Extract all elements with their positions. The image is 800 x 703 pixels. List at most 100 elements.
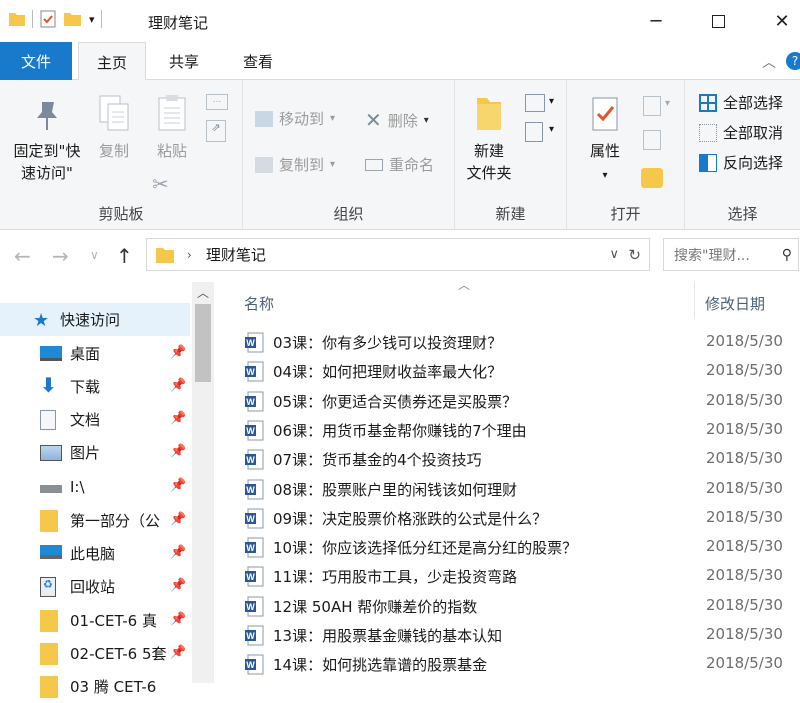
properties-label: 属性 bbox=[589, 142, 620, 160]
tab-share[interactable]: 共享 bbox=[150, 42, 218, 80]
nav-item-this-pc[interactable]: 此电脑 📌 bbox=[0, 537, 190, 570]
invert-selection-button[interactable]: 反向选择 bbox=[699, 152, 783, 173]
move-to-button[interactable]: 移动到 ▾ bbox=[255, 108, 335, 129]
nav-item-desktop[interactable]: 桌面 📌 bbox=[0, 337, 190, 370]
tab-view[interactable]: 查看 bbox=[224, 42, 292, 80]
nav-item-documents[interactable]: 文档 📌 bbox=[0, 403, 190, 436]
file-row[interactable]: W 14课：如何挑选靠谱的股票基金 2018/5/30 bbox=[234, 650, 800, 679]
file-name: 12课 50AH 帮你赚差价的指数 bbox=[273, 597, 478, 616]
easy-access-icon[interactable] bbox=[525, 122, 543, 142]
breadcrumb-chevron-icon[interactable]: › bbox=[187, 248, 192, 262]
nav-item-folder[interactable]: 01-CET-6 真 📌 bbox=[0, 604, 190, 637]
select-none-icon bbox=[699, 123, 717, 142]
file-row[interactable]: W 04课：如何把理财收益率最大化？ 2018/5/30 bbox=[234, 357, 800, 386]
pin-label-line2: 速访问" bbox=[21, 164, 73, 182]
new-item-icon[interactable] bbox=[525, 94, 545, 112]
new-folder-button[interactable]: 新建 文件夹 bbox=[461, 94, 517, 184]
select-group: 全部选择 全部取消 反向选择 选择 bbox=[685, 80, 800, 230]
properties-button[interactable]: 属性 ▾ bbox=[581, 94, 629, 187]
open-icon[interactable] bbox=[643, 96, 661, 116]
nav-item-folder[interactable]: 第一部分（公 📌 bbox=[0, 504, 190, 537]
pin-icon[interactable]: 📌 bbox=[170, 578, 186, 593]
rename-button[interactable]: 重命名 bbox=[365, 154, 434, 175]
breadcrumb-item[interactable]: 理财笔记 bbox=[206, 244, 266, 265]
nav-item-downloads[interactable]: ⬇ 下载 📌 bbox=[0, 370, 190, 403]
pin-icon[interactable]: 📌 bbox=[170, 645, 186, 660]
nav-item-drive-i[interactable]: I:\ 📌 bbox=[0, 470, 190, 503]
history-icon[interactable] bbox=[641, 168, 663, 188]
pin-icon[interactable]: 📌 bbox=[170, 612, 186, 627]
back-arrow-icon[interactable]: ← bbox=[14, 244, 31, 268]
pin-icon[interactable]: 📌 bbox=[170, 478, 186, 493]
recent-dropdown-icon[interactable]: ∨ bbox=[90, 248, 99, 262]
properties-check-icon[interactable] bbox=[39, 10, 57, 28]
folder-icon bbox=[40, 643, 58, 665]
file-row[interactable]: W 10课：你应该选择低分红还是高分红的股票？ 2018/5/30 bbox=[234, 533, 800, 562]
delete-button[interactable]: ✕ 删除 ▾ bbox=[365, 108, 429, 132]
help-icon[interactable]: ? bbox=[786, 52, 800, 70]
file-name: 05课：你更适合买债券还是买股票？ bbox=[273, 392, 518, 411]
dropdown-icon[interactable]: ▾ bbox=[549, 124, 554, 135]
nav-item-folder[interactable]: 03 腾 CET-6 bbox=[0, 670, 190, 703]
svg-text:W: W bbox=[246, 572, 255, 582]
nav-item-folder[interactable]: 02-CET-6 5套 📌 bbox=[0, 637, 190, 670]
search-box[interactable]: 搜索"理财... ⚲ bbox=[663, 238, 799, 271]
file-row[interactable]: W 03课：你有多少钱可以投资理财？ 2018/5/30 bbox=[234, 328, 800, 357]
new-folder-icon[interactable] bbox=[63, 10, 83, 28]
pin-icon[interactable]: 📌 bbox=[170, 545, 186, 560]
nav-item-quick-access[interactable]: ★ 快速访问 bbox=[0, 303, 190, 336]
forward-arrow-icon[interactable]: → bbox=[52, 244, 69, 268]
copy-path-icon[interactable]: ... bbox=[206, 94, 228, 110]
up-arrow-icon[interactable]: ↑ bbox=[116, 244, 133, 268]
refresh-icon[interactable]: ↻ bbox=[628, 246, 641, 264]
file-modified-date: 2018/5/30 bbox=[706, 537, 783, 556]
file-modified-date: 2018/5/30 bbox=[706, 507, 783, 526]
dropdown-icon[interactable]: ▾ bbox=[89, 13, 95, 26]
file-row[interactable]: W 13课：用股票基金赚钱的基本认知 2018/5/30 bbox=[234, 621, 800, 650]
column-header-name[interactable]: 名称 bbox=[244, 282, 684, 324]
file-row[interactable]: W 08课：股票账户里的闲钱该如何理财 2018/5/30 bbox=[234, 475, 800, 504]
dropdown-icon[interactable]: ▾ bbox=[665, 98, 670, 109]
nav-label: 文档 bbox=[70, 411, 101, 429]
column-divider[interactable] bbox=[694, 282, 695, 318]
file-row[interactable]: W 11课：巧用股市工具，少走投资弯路 2018/5/30 bbox=[234, 562, 800, 591]
pin-icon[interactable]: 📌 bbox=[170, 345, 186, 360]
file-row[interactable]: W 05课：你更适合买债券还是买股票？ 2018/5/30 bbox=[234, 387, 800, 416]
address-dropdown-icon[interactable]: ∨ bbox=[609, 247, 619, 262]
copy-button[interactable]: 复制 bbox=[92, 94, 136, 162]
nav-item-recycle-bin[interactable]: ♻ 回收站 📌 bbox=[0, 570, 190, 603]
edit-icon[interactable] bbox=[643, 130, 661, 150]
paste-shortcut-icon[interactable]: ⇗ bbox=[206, 120, 226, 142]
search-icon[interactable]: ⚲ bbox=[782, 247, 792, 263]
maximize-button[interactable] bbox=[688, 0, 748, 42]
file-row[interactable]: W 07课：货币基金的4个投资技巧 2018/5/30 bbox=[234, 445, 800, 474]
pin-icon[interactable]: 📌 bbox=[170, 378, 186, 393]
pin-icon[interactable]: 📌 bbox=[170, 444, 186, 459]
copy-to-button[interactable]: 复制到 ▾ bbox=[255, 154, 335, 175]
tab-file[interactable]: 文件 bbox=[0, 42, 72, 80]
select-all-button[interactable]: 全部选择 bbox=[699, 92, 783, 113]
select-none-button[interactable]: 全部取消 bbox=[699, 122, 783, 143]
tab-home[interactable]: 主页 bbox=[78, 42, 146, 81]
minimize-button[interactable]: ─ bbox=[626, 0, 686, 42]
folder-icon[interactable] bbox=[8, 10, 26, 28]
collapse-ribbon-icon[interactable]: ︿ bbox=[762, 52, 776, 72]
nav-scrollbar[interactable]: ︿ bbox=[192, 282, 214, 683]
pin-to-quick-access-button[interactable]: 固定到"快 速访问" bbox=[6, 98, 88, 184]
column-header-modified[interactable]: 修改日期 bbox=[705, 282, 800, 324]
address-field[interactable]: › 理财笔记 ∨ ↻ bbox=[146, 238, 650, 271]
file-row[interactable]: W 12课 50AH 帮你赚差价的指数 2018/5/30 bbox=[234, 592, 800, 621]
scrollbar-thumb[interactable] bbox=[195, 304, 211, 382]
nav-item-pictures[interactable]: 图片 📌 bbox=[0, 436, 190, 469]
dropdown-icon[interactable]: ▾ bbox=[549, 96, 554, 107]
cut-icon[interactable]: ✂ bbox=[152, 172, 169, 196]
close-button[interactable]: ✕ bbox=[752, 0, 800, 42]
download-icon: ⬇ bbox=[40, 373, 57, 397]
file-row[interactable]: W 06课：用货币基金帮你赚钱的7个理由 2018/5/30 bbox=[234, 416, 800, 445]
pin-icon[interactable]: 📌 bbox=[170, 512, 186, 527]
scroll-up-icon[interactable]: ︿ bbox=[197, 284, 209, 301]
paste-button[interactable]: 粘贴 bbox=[150, 94, 194, 162]
pin-icon[interactable]: 📌 bbox=[170, 411, 186, 426]
file-row[interactable]: W 09课：决定股票价格涨跌的公式是什么？ 2018/5/30 bbox=[234, 504, 800, 533]
dropdown-icon: ▾ bbox=[602, 170, 608, 181]
